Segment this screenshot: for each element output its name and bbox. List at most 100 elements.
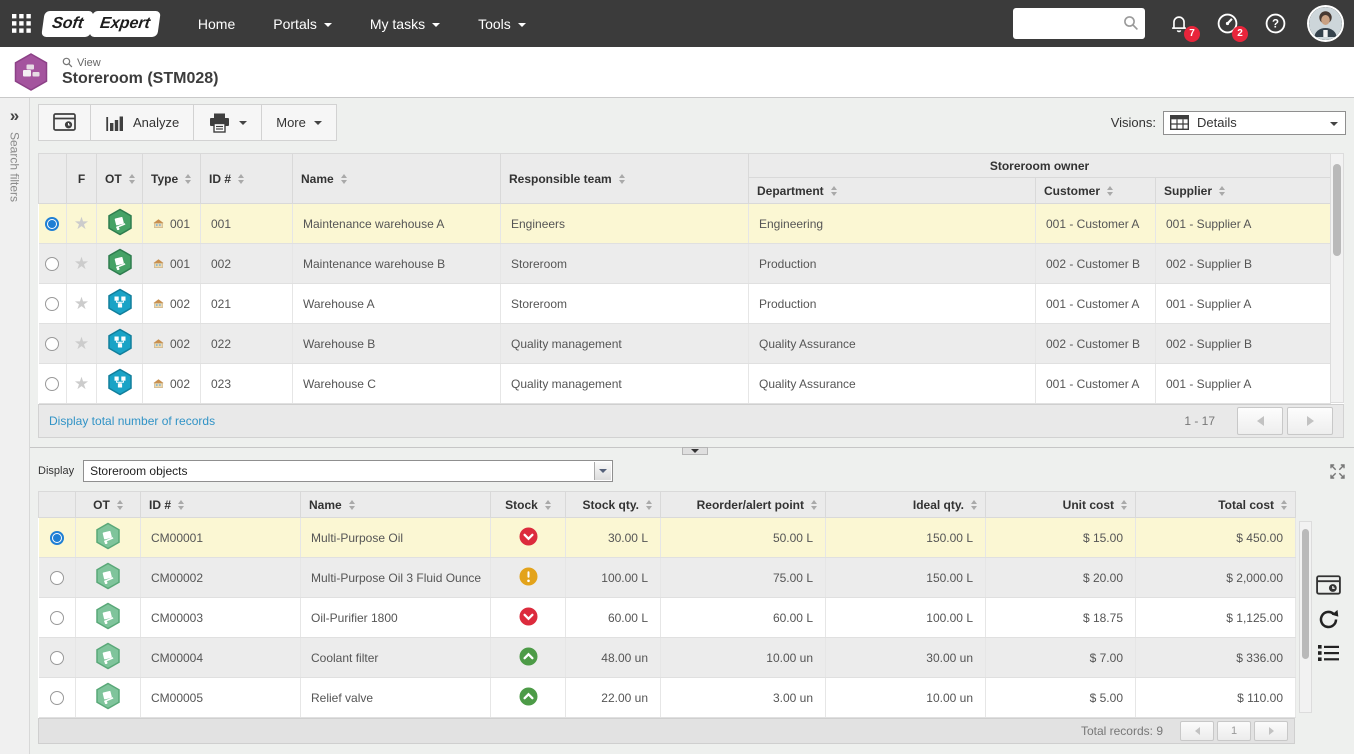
nav-tools[interactable]: Tools [463, 10, 541, 38]
prev-page-button[interactable] [1180, 721, 1214, 741]
storeroom-row[interactable]: ★ 001 002 Maintenance warehouse B Storeroom… [38, 243, 1332, 284]
storeroom-object-row[interactable]: CM00001 Multi-Purpose Oil 30.00 L 50.00 L1… [38, 517, 1296, 558]
storeroom-object-row[interactable]: CM00003 Oil-Purifier 1800 60.00 L 60.00 L1… [38, 597, 1296, 638]
row-select-radio[interactable] [49, 610, 64, 625]
more-button[interactable]: More [262, 105, 336, 140]
sort-icon[interactable] [238, 174, 245, 185]
sort-icon[interactable] [830, 186, 837, 197]
sort-icon[interactable] [340, 174, 347, 185]
list-view-button[interactable] [1317, 644, 1340, 662]
row-select-radio[interactable] [49, 570, 64, 585]
expand-filters-button[interactable]: » [10, 106, 19, 126]
storeroom-row[interactable]: ★ 002 023 Warehouse C Quality management Qua… [38, 363, 1332, 404]
col-customer[interactable]: Customer [1035, 177, 1156, 204]
display-select[interactable]: Storeroom objects [83, 460, 614, 482]
current-page-button[interactable]: 1 [1217, 721, 1251, 741]
storerooms-vertical-scrollbar[interactable] [1330, 153, 1344, 403]
storeroom-id: 022 [200, 323, 293, 364]
maximize-panel-button[interactable] [1329, 463, 1346, 480]
print-dropdown-caret[interactable] [239, 120, 248, 125]
sort-icon[interactable] [646, 500, 652, 511]
storeroom-object-row[interactable]: CM00005 Relief valve 22.00 un 3.00 un 10.00… [38, 677, 1296, 718]
scrollbar-thumb[interactable] [1302, 529, 1309, 659]
storeroom-object-row[interactable]: CM00002 Multi-Purpose Oil 3 Fluid Ounce 1… [38, 557, 1296, 598]
col-id[interactable]: ID # [140, 491, 301, 518]
panel-splitter[interactable] [30, 447, 1354, 455]
favorite-star-icon[interactable]: ★ [74, 294, 89, 313]
col-ot[interactable]: OT [75, 491, 141, 518]
col-type[interactable]: Type [142, 153, 201, 204]
sort-icon[interactable] [116, 500, 123, 511]
visions-select[interactable]: Details [1163, 110, 1346, 135]
nav-my-tasks[interactable]: My tasks [355, 10, 455, 38]
sort-icon[interactable] [128, 174, 135, 185]
display-total-records-link[interactable]: Display total number of records [49, 414, 215, 428]
col-unit-cost[interactable]: Unit cost [985, 491, 1136, 518]
col-stock[interactable]: Stock [490, 491, 566, 518]
scrollbar-thumb[interactable] [1333, 164, 1341, 256]
row-select-radio[interactable] [45, 216, 60, 231]
view-screen-icon [53, 113, 76, 131]
chevron-down-icon [313, 120, 322, 125]
sort-icon[interactable] [1281, 500, 1287, 511]
view-screen-button[interactable] [39, 105, 91, 140]
row-select-radio[interactable] [45, 296, 60, 311]
nav-portals[interactable]: Portals [258, 10, 347, 38]
favorite-star-icon[interactable]: ★ [74, 214, 89, 233]
next-page-button[interactable] [1287, 407, 1333, 435]
print-button[interactable] [194, 105, 263, 140]
sort-icon[interactable] [544, 500, 551, 511]
col-name[interactable]: Name [292, 153, 501, 204]
favorite-star-icon[interactable]: ★ [74, 374, 89, 393]
storeroom-object-row[interactable]: CM00004 Coolant filter 48.00 un 10.00 un 30… [38, 637, 1296, 678]
next-page-button[interactable] [1254, 721, 1288, 741]
sort-icon[interactable] [618, 174, 625, 185]
col-total-cost[interactable]: Total cost [1135, 491, 1296, 518]
col-supplier[interactable]: Supplier [1154, 177, 1332, 204]
app-launcher-button[interactable] [12, 14, 31, 33]
storeroom-hex-green-icon [107, 248, 132, 276]
user-avatar[interactable] [1309, 7, 1342, 40]
view-screen-side-button[interactable] [1316, 575, 1341, 596]
search-icon[interactable] [1123, 15, 1139, 31]
col-reorder[interactable]: Reorder/alert point [660, 491, 826, 518]
row-select-radio[interactable] [49, 650, 64, 665]
refresh-button[interactable] [1317, 608, 1340, 631]
sort-icon[interactable] [811, 500, 817, 511]
favorite-star-icon[interactable]: ★ [74, 334, 89, 353]
analyze-button[interactable]: Analyze [91, 105, 195, 140]
sort-icon[interactable] [185, 174, 192, 185]
main-panel: Analyze More Visions: Details F OT Type … [30, 98, 1354, 754]
sort-icon[interactable] [348, 500, 355, 511]
favorite-star-icon[interactable]: ★ [74, 254, 89, 273]
row-select-radio[interactable] [45, 376, 60, 391]
row-select-radio[interactable] [49, 530, 64, 545]
row-select-radio[interactable] [45, 256, 60, 271]
col-name[interactable]: Name [300, 491, 491, 518]
col-department[interactable]: Department [748, 177, 1036, 204]
col-ot[interactable]: OT [96, 153, 143, 204]
sort-icon[interactable] [1107, 186, 1114, 197]
sort-icon[interactable] [178, 500, 185, 511]
storeroom-row[interactable]: ★ 001 001 Maintenance warehouse A Engineers… [38, 203, 1332, 244]
col-stock-qty[interactable]: Stock qty. [565, 491, 661, 518]
help-button[interactable]: ? [1261, 10, 1289, 38]
col-team[interactable]: Responsible team [500, 153, 749, 204]
splitter-handle[interactable] [682, 447, 708, 455]
pending-activities-button[interactable]: 2 [1213, 10, 1248, 42]
notifications-button[interactable]: 7 [1165, 10, 1200, 42]
storeroom-row[interactable]: ★ 002 022 Warehouse B Quality management Qua… [38, 323, 1332, 364]
col-id[interactable]: ID # [200, 153, 293, 204]
sort-icon[interactable] [971, 500, 977, 511]
objects-vertical-scrollbar[interactable] [1299, 521, 1312, 713]
row-select-radio[interactable] [49, 690, 64, 705]
col-ideal[interactable]: Ideal qty. [825, 491, 986, 518]
storeroom-row[interactable]: ★ 002 021 Warehouse A Storeroom Production 00… [38, 283, 1332, 324]
sort-icon[interactable] [1121, 500, 1127, 511]
row-select-radio[interactable] [45, 336, 60, 351]
group-header-storeroom-owner: Storeroom owner [747, 153, 1332, 178]
nav-home[interactable]: Home [183, 10, 250, 38]
select-dropdown-button[interactable] [594, 462, 612, 480]
prev-page-button[interactable] [1237, 407, 1283, 435]
sort-icon[interactable] [1219, 186, 1226, 197]
